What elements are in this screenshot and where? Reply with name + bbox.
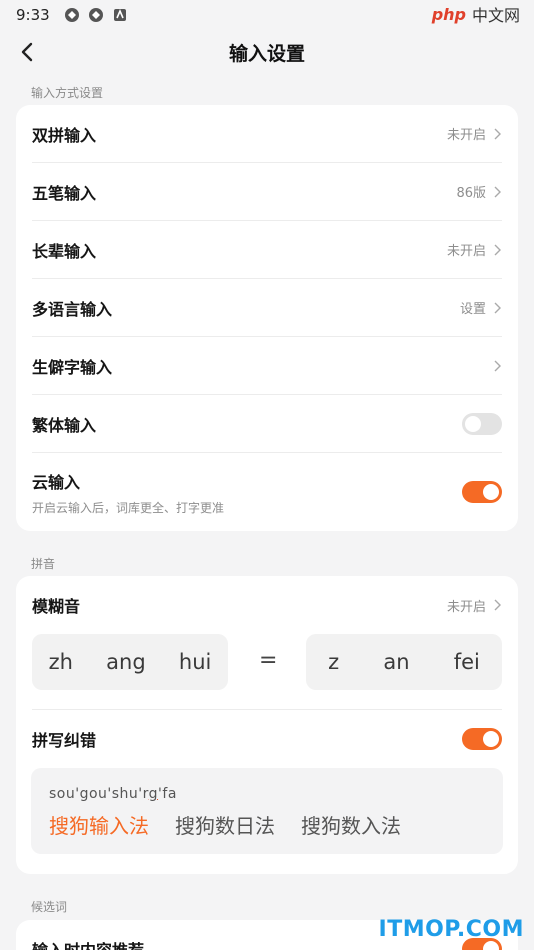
row-title: 双拼输入 (32, 125, 97, 145)
chevron-right-icon (494, 244, 501, 255)
row-wubi[interactable]: 五笔输入 86版 (32, 163, 502, 221)
row-title: 繁体输入 (32, 415, 97, 435)
nav-bar: 输入设置 (0, 30, 534, 74)
chevron-right-icon (494, 302, 501, 313)
row-fuzzy[interactable]: 模糊音 未开启 (32, 576, 502, 634)
row-shuangpin[interactable]: 双拼输入 未开启 (32, 105, 502, 163)
fuzzy-right-box: z an fei (306, 634, 502, 690)
section-label-candidates: 候选词 (31, 900, 68, 914)
row-rare-chars[interactable]: 生僻字输入 (32, 337, 502, 395)
fuzzy-syllable: z (328, 650, 340, 674)
row-spell: 拼写纠错 (32, 710, 502, 768)
toggle-knob (483, 941, 499, 950)
row-value: 设置 (459, 302, 486, 317)
row-elder[interactable]: 长辈输入 未开启 (32, 221, 502, 279)
row-value: 86版 (456, 186, 486, 201)
row-cloud: 云输入 开启云输入后，词库更全、打字更准 (32, 453, 502, 531)
row-value: 未开启 (446, 244, 486, 259)
section-label-input-methods: 输入方式设置 (31, 86, 104, 100)
row-value: 未开启 (446, 599, 486, 615)
watermark-cn-text: 中文网 (471, 6, 520, 25)
store-notification-icon (113, 8, 126, 21)
row-title: 生僻字输入 (32, 357, 113, 377)
candidate-item: 搜狗数日法 (175, 814, 275, 838)
status-time: 9:33 (16, 6, 50, 24)
input-methods-card: 双拼输入 未开启 五笔输入 86版 长辈输入 未开启 多语言输入 设置 生僻字输… (16, 105, 518, 531)
chevron-right-icon (494, 128, 501, 139)
spell-error-mark: g (148, 786, 159, 802)
app-notification-icon (88, 8, 103, 22)
row-title: 长辈输入 (32, 241, 97, 261)
status-bar: 9:33 php 中文网 (0, 0, 534, 30)
row-title: 输入时内容推荐 (32, 937, 144, 950)
row-title: 拼写纠错 (32, 731, 97, 750)
row-title: 五笔输入 (32, 183, 97, 203)
app-notification-icon (64, 8, 79, 22)
traditional-toggle[interactable] (462, 412, 502, 435)
row-subtitle: 开启云输入后，词库更全、打字更准 (32, 500, 225, 515)
chevron-right-icon (494, 599, 501, 611)
toggle-knob (465, 415, 481, 432)
row-traditional: 繁体输入 (32, 395, 502, 453)
fuzzy-syllable: ang (106, 650, 146, 674)
watermark-php-text: php (431, 4, 466, 24)
fuzzy-equals: = (259, 648, 278, 673)
spell-candidates: 搜狗输入法 搜狗数日法 搜狗数入法 (49, 810, 485, 839)
row-value: 未开启 (446, 128, 486, 143)
fuzzy-syllable: hui (178, 650, 212, 674)
row-title: 多语言输入 (32, 299, 113, 319)
spell-demo-input: sou'gou'shu'rg'fa (49, 786, 177, 802)
spell-demo-box: sou'gou'shu'rg'fa 搜狗输入法 搜狗数日法 搜狗数入法 (31, 768, 503, 854)
section-label-pinyin: 拼音 (31, 557, 56, 571)
fuzzy-syllable: fei (453, 650, 480, 674)
candidate-item: 搜狗输入法 (49, 814, 149, 838)
toggle-knob (483, 484, 499, 500)
cloud-toggle[interactable] (462, 481, 502, 503)
candidate-item: 搜狗数入法 (301, 814, 401, 838)
toggle-knob (483, 731, 499, 747)
back-arrow-icon[interactable] (14, 38, 42, 66)
pinyin-card: 模糊音 未开启 zh ang hui = z an fei 拼写纠错 sou'g… (16, 576, 518, 874)
spell-toggle[interactable] (462, 728, 502, 750)
row-title: 模糊音 (32, 597, 81, 616)
watermark-top: php 中文网 (432, 2, 520, 26)
page-title: 输入设置 (228, 42, 305, 65)
fuzzy-left-box: zh ang hui (32, 634, 228, 690)
watermark-bottom: ITMOP.COM (378, 917, 524, 942)
chevron-right-icon (494, 360, 501, 371)
row-multilang[interactable]: 多语言输入 设置 (32, 279, 502, 337)
fuzzy-syllable: an (383, 650, 410, 674)
chevron-right-icon (494, 186, 501, 197)
row-title: 云输入 (32, 472, 81, 492)
fuzzy-syllable: zh (48, 650, 73, 674)
